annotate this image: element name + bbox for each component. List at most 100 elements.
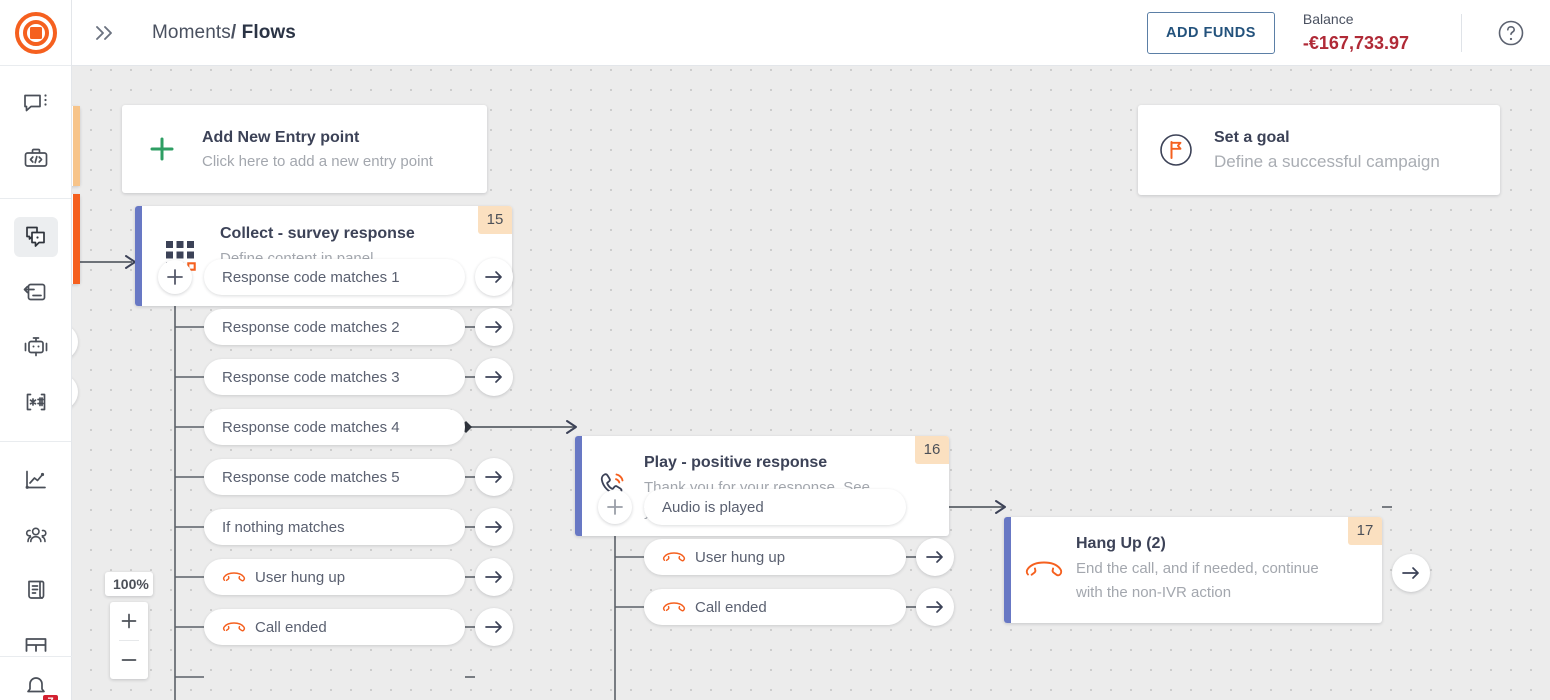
sidebar-item-conversations[interactable] <box>0 76 72 131</box>
branch-pill-selected[interactable]: Response code matches 4 <box>204 409 465 445</box>
arrow-right-icon <box>485 271 502 283</box>
branch-arrow-button[interactable] <box>475 558 513 596</box>
node-badge: 16 <box>915 436 949 464</box>
node-subtitle: End the call, and if needed, continue wi… <box>1076 560 1319 601</box>
nav-group-2 <box>0 199 71 442</box>
set-a-goal-card[interactable]: Set a goal Define a successful campaign <box>1138 105 1500 195</box>
add-entry-point-title: Add New Entry point <box>202 128 360 146</box>
plus-icon <box>122 132 202 166</box>
branch-pill[interactable]: User hung up <box>204 559 465 595</box>
help-button[interactable] <box>1496 18 1526 48</box>
flows-copy-icon <box>14 216 58 257</box>
branch-arrow-button[interactable] <box>916 588 954 626</box>
node-badge: 17 <box>1348 517 1382 545</box>
people-icon <box>14 515 58 555</box>
branch-arrow-button[interactable] <box>475 608 513 646</box>
set-a-goal-subtitle: Define a successful campaign <box>1214 151 1440 171</box>
chat-menu-icon <box>14 84 58 124</box>
add-branch-button-collect[interactable] <box>158 260 192 294</box>
app-logo[interactable] <box>0 0 71 66</box>
arrow-right-icon <box>485 371 502 383</box>
arrow-right-icon <box>926 551 943 563</box>
chatbot-icon <box>14 327 58 367</box>
branch-arrow-button[interactable] <box>916 538 954 576</box>
branch-arrow-button[interactable] <box>475 458 513 496</box>
flow-canvas[interactable]: Add New Entry point Click here to add a … <box>72 66 1550 700</box>
arrow-right-icon <box>926 601 943 613</box>
branch-label: Response code matches 5 <box>222 468 400 486</box>
sidebar-item-moments[interactable] <box>0 209 72 264</box>
add-funds-button[interactable]: ADD FUNDS <box>1147 11 1275 54</box>
branch-arrow-button[interactable] <box>475 258 513 296</box>
node-accent-bar <box>575 436 582 536</box>
balance-value: -€167,733.97 <box>1302 32 1409 53</box>
node-badge: 15 <box>478 206 512 234</box>
branch-pill[interactable]: Response code matches 3 <box>204 359 465 395</box>
arrow-right-icon <box>1402 567 1419 579</box>
node-accent-bar <box>73 194 80 284</box>
nav-group-3 <box>0 442 71 684</box>
sidebar-item-notifications[interactable]: 7 <box>0 656 72 700</box>
bullseye-logo-icon <box>14 11 57 54</box>
sidebar-item-audience[interactable] <box>0 507 72 562</box>
left-nav-rail: 7 <box>0 0 72 700</box>
header-divider <box>1461 13 1462 52</box>
document-icon <box>14 570 58 610</box>
sidebar-item-broadcast[interactable] <box>0 264 72 319</box>
plus-icon <box>121 613 137 629</box>
branch-label: Response code matches 4 <box>222 418 400 436</box>
hang-up-icon <box>662 549 686 566</box>
sidebar-item-numbers[interactable] <box>0 374 72 429</box>
branch-pill[interactable]: Call ended <box>204 609 465 645</box>
collapse-nav-button[interactable] <box>72 0 136 66</box>
branch-pill[interactable]: User hung up <box>644 539 906 575</box>
hang-up-icon <box>1011 517 1076 623</box>
branch-pill[interactable]: If nothing matches <box>204 509 465 545</box>
zoom-in-button[interactable] <box>110 602 148 640</box>
add-branch-button-play[interactable] <box>598 490 632 524</box>
broadcast-icon <box>14 272 58 312</box>
header-actions: ADD FUNDS Balance -€167,733.97 <box>1147 0 1550 66</box>
arrow-right-icon <box>485 621 502 633</box>
plus-icon <box>607 499 623 515</box>
branch-label: Audio is played <box>662 498 764 516</box>
node-title: Collect - survey response <box>220 225 415 242</box>
branch-arrow-button[interactable] <box>475 308 513 346</box>
arrow-right-icon <box>485 571 502 583</box>
node-hang-up[interactable]: Hang Up (2) End the call, and if needed,… <box>1004 517 1382 623</box>
notification-badge: 7 <box>43 695 58 700</box>
offscreen-node-card-1[interactable] <box>72 106 80 186</box>
hang-up-icon <box>662 599 686 616</box>
branch-pill[interactable]: Response code matches 5 <box>204 459 465 495</box>
zoom-controls: 100% <box>105 572 153 679</box>
branch-pill[interactable]: Call ended <box>644 589 906 625</box>
branch-label: User hung up <box>695 548 786 566</box>
sidebar-item-reports[interactable] <box>0 562 72 617</box>
branch-pill[interactable]: Response code matches 1 <box>204 259 465 295</box>
breadcrumb-root[interactable]: Moments <box>152 22 231 43</box>
node-accent-bar <box>1004 517 1011 623</box>
add-entry-point-card[interactable]: Add New Entry point Click here to add a … <box>122 105 487 193</box>
app-root: 7 Moments/ Flows ADD FUNDS Balance -€167… <box>0 0 1550 700</box>
zoom-out-button[interactable] <box>110 641 148 679</box>
set-a-goal-text: Set a goal Define a successful campaign <box>1214 129 1440 172</box>
branch-arrow-button[interactable] <box>475 508 513 546</box>
ussd-icon <box>14 382 58 422</box>
breadcrumb: Moments/ Flows <box>152 22 296 44</box>
offscreen-node-card-2[interactable] <box>72 194 80 284</box>
arrow-right-icon <box>485 471 502 483</box>
nav-group-1 <box>0 66 71 199</box>
add-entry-point-text: Add New Entry point Click here to add a … <box>202 129 433 170</box>
sidebar-item-answers[interactable] <box>0 319 72 374</box>
sidebar-item-developer[interactable] <box>0 131 72 186</box>
sidebar-item-analytics[interactable] <box>0 452 72 507</box>
branch-arrow-button[interactable] <box>475 358 513 396</box>
hang-up-icon <box>222 619 246 636</box>
add-entry-point-subtitle: Click here to add a new entry point <box>202 152 433 170</box>
arrow-right-icon <box>485 321 502 333</box>
flag-circle-icon <box>1138 130 1214 170</box>
branch-arrow-button[interactable] <box>1392 554 1430 592</box>
top-header: Moments/ Flows ADD FUNDS Balance -€167,7… <box>72 0 1550 66</box>
branch-pill[interactable]: Response code matches 2 <box>204 309 465 345</box>
branch-pill-selected[interactable]: Audio is played <box>644 489 906 525</box>
